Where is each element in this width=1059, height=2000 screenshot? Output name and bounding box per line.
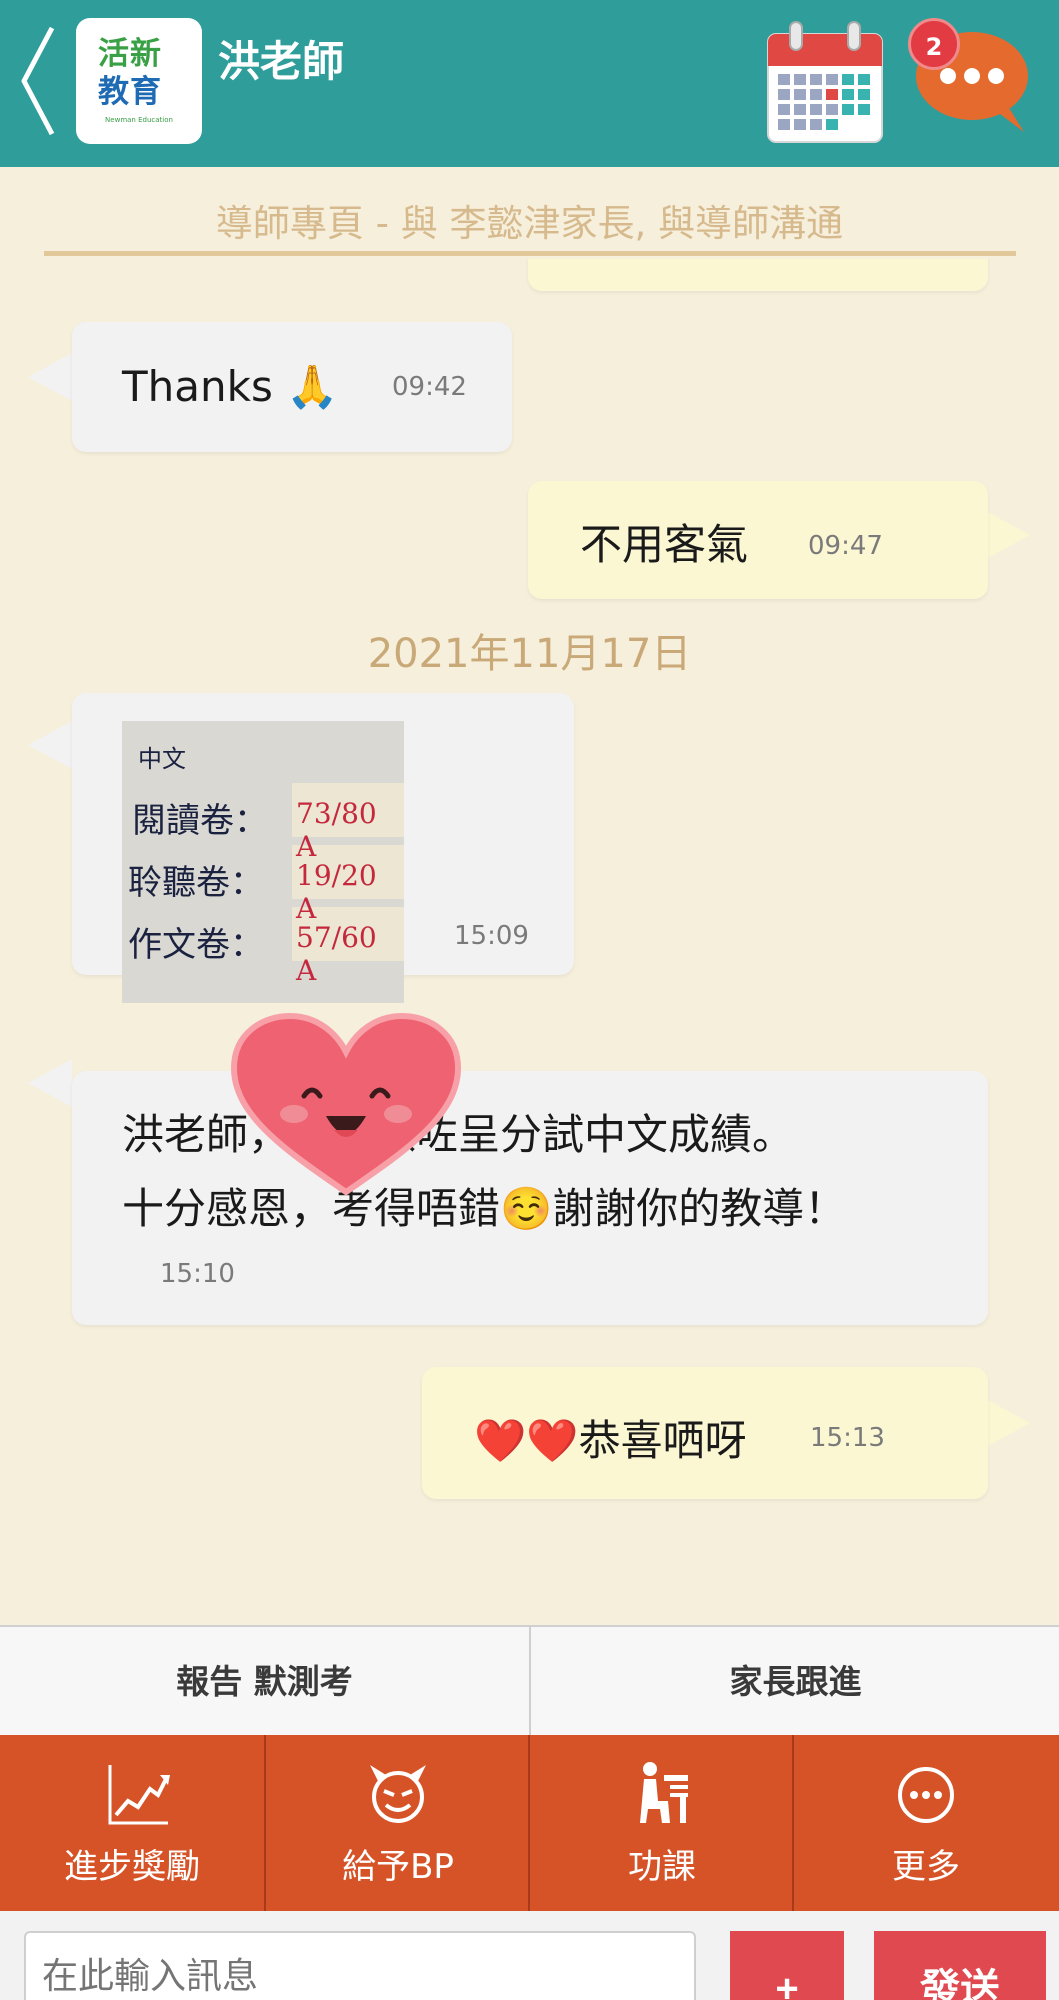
tab-report[interactable]: 報告 默測考 [0,1627,529,1737]
progress-reward-button[interactable]: 進步獎勵 [0,1735,264,1911]
message-time: 09:42 [392,372,467,402]
bubble-tail [28,353,72,401]
message-time: 09:47 [808,531,883,561]
chat-subheader: 導師專頁 - 與 李懿津家長, 與導師溝通 [0,167,1059,259]
back-chevron-icon[interactable] [14,22,62,140]
photo-row-score: 73/80 A [296,797,377,863]
message-bubble-outgoing[interactable]: 不用客氣 09:47 [528,481,988,599]
message-bubble-incoming[interactable]: Thanks 🙏 09:42 [72,322,512,452]
bubble-tail [986,511,1030,559]
message-input[interactable] [24,1931,696,2000]
notification-badge: 2 [908,18,960,70]
bubble-tail [986,1399,1030,1447]
calendar-icon[interactable] [764,20,886,144]
progress-chart-icon [108,1765,170,1825]
message-bubble-incoming[interactable]: 洪老師，今日派咗呈分試中文成績。 十分感恩，考得唔錯☺️謝謝你的教導！ 15:1… [72,1071,988,1325]
subheader-divider [44,251,1016,256]
message-time: 15:10 [160,1259,235,1289]
action-label: 進步獎勵 [64,1847,200,1887]
message-time: 15:13 [810,1423,885,1453]
app-logo: 活新 教育 Newman Education [76,18,202,144]
devil-face-icon [370,1765,426,1823]
more-dots-icon [898,1767,954,1823]
chat-area[interactable]: Thanks 🙏 09:42 不用客氣 09:47 2021年11月17日 15… [0,259,1059,1625]
logo-line2: 教育 [98,74,162,110]
action-bar: 進步獎勵 給予BP 功課 更多 [0,1735,1059,1911]
message-text: ❤️❤️恭喜哂呀 [474,1416,747,1465]
tab-parent-follow-up[interactable]: 家長跟進 [531,1627,1059,1737]
action-label: 功課 [628,1847,696,1887]
send-button[interactable]: 發送 [874,1931,1046,2000]
message-text: Thanks 🙏 [122,362,339,411]
score-photo[interactable]: 中文 閱讀卷： 73/80 A 聆聽卷： 19/20 A 作文卷： 57/60 … [122,721,404,1003]
student-desk-icon [640,1762,688,1823]
message-time: 15:09 [454,921,529,951]
photo-row-label: 閱讀卷： [132,801,268,841]
add-attachment-button[interactable]: + [730,1931,844,2000]
logo-caption: Newman Education [105,116,173,124]
heart-sticker-icon [230,1012,462,1196]
more-button[interactable]: 更多 [794,1735,1058,1911]
message-input-bar: + 發送 [0,1911,1059,2000]
message-bubble-outgoing[interactable]: ❤️❤️恭喜哂呀 15:13 [422,1367,988,1499]
date-separator: 2021年11月17日 [367,631,692,677]
photo-row-label: 作文卷： [128,925,264,965]
photo-row-label: 聆聽卷： [128,863,264,903]
action-label: 給予BP [342,1847,454,1887]
homework-button[interactable]: 功課 [530,1735,794,1911]
subheader-text: 導師專頁 - 與 李懿津家長, 與導師溝通 [215,202,844,245]
chat-title: 洪老師 [218,37,345,86]
bottom-tab-bar: 報告 默測考 家長跟進 [0,1625,1059,1737]
action-label: 更多 [892,1847,960,1887]
photo-row-score: 57/60 A [296,921,377,987]
photo-row-score: 19/20 A [296,859,377,925]
logo-line1: 活新 [98,36,162,72]
bubble-tail [28,721,72,769]
bubble-tail [28,1059,72,1107]
give-bp-button[interactable]: 給予BP [266,1735,530,1911]
app-header: 活新 教育 Newman Education 洪老師 2 [0,0,1059,167]
message-text: 不用客氣 [580,520,749,569]
message-bubble-partial [528,259,988,291]
photo-heading: 中文 [138,745,186,773]
